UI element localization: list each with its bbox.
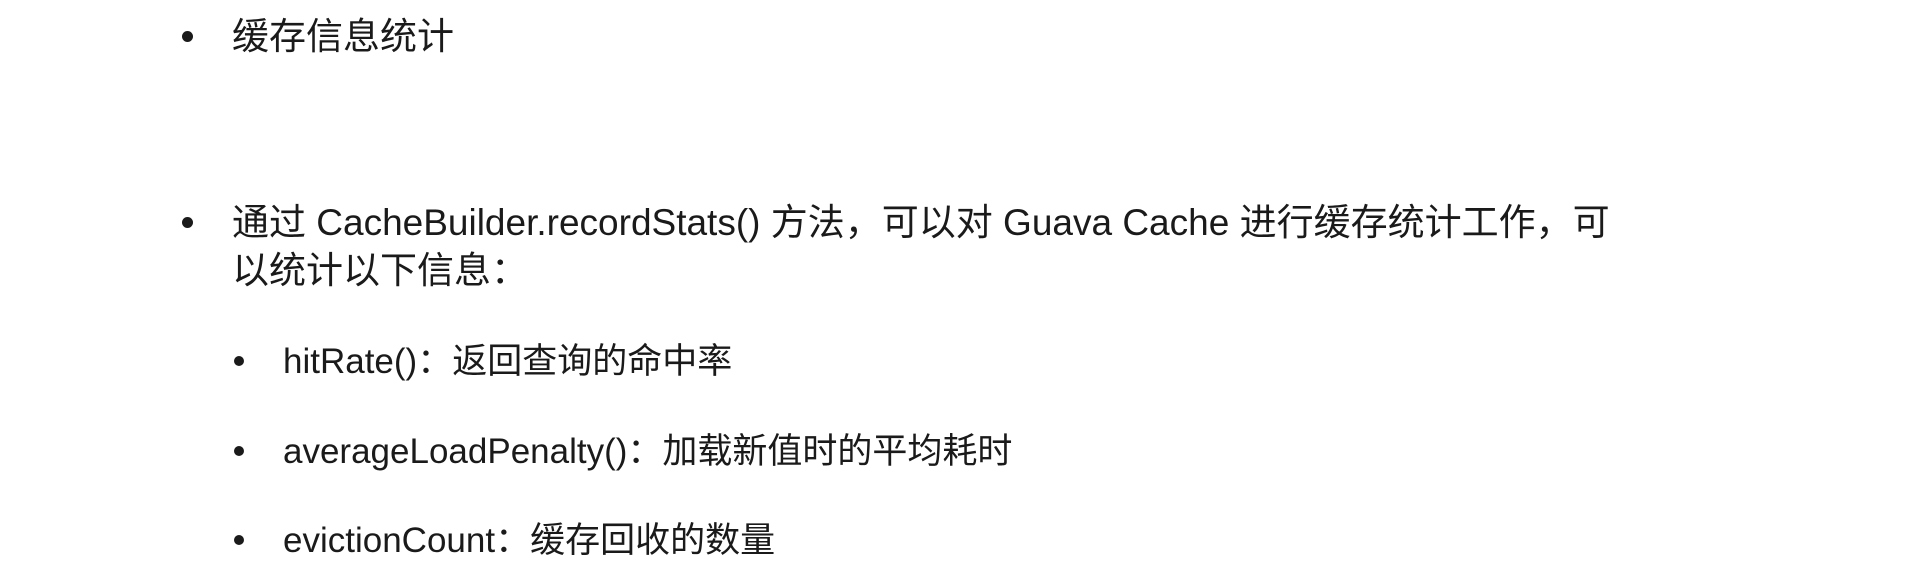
bullet-paragraph-line-1: 通过 CacheBuilder.recordStats() 方法，可以对 Gua… <box>232 197 1610 249</box>
bullet-dot <box>182 217 193 228</box>
bullet-paragraph-line-2: 以统计以下信息： <box>232 245 528 297</box>
sub-bullet-text: hitRate()：返回查询的命中率 <box>283 342 733 381</box>
sub-bullet-dot <box>234 356 244 366</box>
sub-bullet-text: evictionCount：缓存回收的数量 <box>283 521 776 560</box>
bullet-heading: 缓存信息统计 <box>232 11 454 63</box>
slide-content: 缓存信息统计 通过 CacheBuilder.recordStats() 方法，… <box>0 0 1915 578</box>
sub-bullet-dot <box>234 535 244 545</box>
sub-bullet-dot <box>234 446 244 456</box>
sub-bullet-text: averageLoadPenalty()：加载新值时的平均耗时 <box>283 432 1013 471</box>
bullet-text: 通过 CacheBuilder.recordStats() 方法，可以对 Gua… <box>232 202 1610 243</box>
bullet-text: 以统计以下信息： <box>232 250 528 291</box>
sub-bullet-eviction-count: evictionCount：缓存回收的数量 <box>283 514 775 567</box>
bullet-text: 缓存信息统计 <box>232 16 454 57</box>
sub-bullet-hitrate: hitRate()：返回查询的命中率 <box>283 335 732 388</box>
sub-bullet-average-load-penalty: averageLoadPenalty()：加载新值时的平均耗时 <box>283 425 1012 478</box>
bullet-dot <box>182 31 193 42</box>
